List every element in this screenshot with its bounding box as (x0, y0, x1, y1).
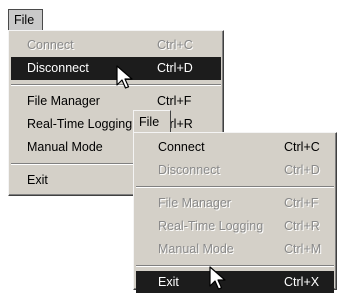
menu-item-label: Real-Time Logging (27, 117, 133, 131)
menu-item-file-manager[interactable]: File Manager Ctrl+F (136, 192, 334, 215)
menu-item-label: Disconnect (158, 163, 220, 177)
menu-item-shortcut: Ctrl+D (157, 61, 193, 75)
menubar-file-label: File (14, 13, 35, 27)
file-menu-overlay: Connect Ctrl+C Disconnect Ctrl+D File Ma… (133, 132, 337, 293)
menu-item-shortcut: Ctrl+F (284, 196, 319, 210)
menu-item-shortcut: Ctrl+D (284, 163, 320, 177)
menu-item-shortcut: Ctrl+C (284, 140, 320, 154)
menu-separator (136, 186, 334, 188)
menu-item-label: Connect (158, 140, 205, 154)
menu-item-shortcut: Ctrl+M (284, 242, 322, 256)
menu-item-label: File Manager (158, 196, 231, 210)
menu-item-manual-mode[interactable]: Manual Mode Ctrl+M (136, 238, 334, 261)
menu-item-file-manager[interactable]: File Manager Ctrl+F (11, 90, 221, 113)
overlay-file-tab[interactable]: File (133, 110, 171, 134)
arrow-pointer-icon (209, 266, 226, 290)
menubar-file[interactable]: File (8, 9, 43, 31)
overlay-file-label: File (139, 115, 160, 129)
screenshot-stage: File Connect Ctrl+C Disconnect Ctrl+D Fi… (0, 0, 340, 293)
menu-separator (136, 265, 334, 267)
menu-item-label: Exit (158, 275, 179, 289)
menu-item-connect[interactable]: Connect Ctrl+C (136, 136, 334, 159)
menu-item-real-time-logging[interactable]: Real-Time Logging Ctrl+R (136, 215, 334, 238)
menu-item-disconnect[interactable]: Disconnect Ctrl+D (136, 159, 334, 182)
menu-item-label: Exit (27, 173, 48, 187)
menu-item-shortcut: Ctrl+X (284, 275, 320, 289)
menu-item-label: Disconnect (27, 61, 89, 75)
menu-item-label: Connect (27, 38, 74, 52)
menu-item-shortcut: Ctrl+R (284, 219, 320, 233)
menu-item-label: Manual Mode (158, 242, 234, 256)
menu-item-exit[interactable]: Exit Ctrl+X (136, 271, 334, 293)
menu-item-shortcut: Ctrl+C (157, 38, 193, 52)
menu-item-label: Real-Time Logging (158, 219, 264, 233)
menu-item-label: File Manager (27, 94, 100, 108)
arrow-pointer-icon (116, 65, 133, 89)
menu-item-label: Manual Mode (27, 140, 103, 154)
menu-item-connect[interactable]: Connect Ctrl+C (11, 34, 221, 57)
